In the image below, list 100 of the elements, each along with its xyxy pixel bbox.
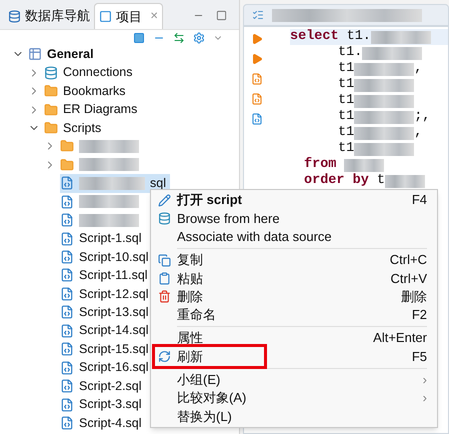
folder-icon xyxy=(44,120,58,135)
menu-item[interactable]: 删除 删除 xyxy=(151,287,437,306)
code-text: t1 xyxy=(338,125,354,141)
script-file-icon xyxy=(60,379,74,394)
menu-item[interactable]: 重命名 F2 xyxy=(151,306,437,324)
script-file-icon xyxy=(60,398,74,412)
script-icon[interactable] xyxy=(251,113,263,125)
script-file-icon xyxy=(60,305,74,320)
tree-item[interactable]: Script-12.sql xyxy=(60,284,152,304)
menu-item[interactable]: 小组(E) › xyxy=(151,370,437,389)
run-icon[interactable] xyxy=(251,33,263,45)
sql-keyword: select xyxy=(290,29,339,45)
tree-item[interactable]: ER Diagrams xyxy=(44,100,142,119)
tree-item[interactable]: Script-14.sql xyxy=(60,322,152,340)
menu-item[interactable]: 刷新 F5 xyxy=(151,347,437,366)
menu-item[interactable]: 打开 script F4 xyxy=(151,191,437,210)
script-file-icon xyxy=(60,360,74,375)
tree-item[interactable]: Script-11.sql xyxy=(60,266,152,285)
blurred-text xyxy=(384,174,425,188)
code-text: , xyxy=(414,61,422,77)
script-file-icon xyxy=(60,342,74,356)
tree-item[interactable]: Script-3.sql xyxy=(60,395,146,414)
database-icon xyxy=(8,10,21,22)
tree-item[interactable]: sql xyxy=(60,174,170,192)
folder-icon xyxy=(44,84,58,98)
sql-keyword: order by xyxy=(304,173,369,189)
blurred-text xyxy=(354,110,414,124)
maximize-icon[interactable] xyxy=(216,10,227,21)
refresh-icon xyxy=(158,350,170,364)
menu-item[interactable]: 替换为(L) xyxy=(151,407,437,426)
code-text: t1 xyxy=(338,61,354,77)
tree-item[interactable]: Script-10.sql xyxy=(60,248,152,266)
database-icon xyxy=(158,212,170,225)
sql-editor-icon xyxy=(252,9,264,21)
tree-item[interactable]: Script-16.sql xyxy=(60,358,152,377)
code-text: t1 xyxy=(338,77,354,93)
script-run-icon[interactable] xyxy=(251,93,263,105)
script-file-icon xyxy=(60,176,74,190)
blurred-text xyxy=(362,46,422,60)
tree-item[interactable]: Script-15.sql xyxy=(60,340,152,358)
settings-icon[interactable] xyxy=(193,32,205,44)
tree-item[interactable]: Script-1.sql xyxy=(60,229,146,248)
tree-item[interactable]: Script-2.sql xyxy=(60,376,146,396)
script-file-icon xyxy=(60,250,74,264)
panel-tab[interactable]: 项目 ✕ xyxy=(94,3,163,29)
blurred-text xyxy=(354,94,414,108)
trash-icon xyxy=(158,290,170,304)
blurred-text xyxy=(79,176,145,190)
blurred-text xyxy=(344,158,384,172)
tree-item[interactable]: Connections xyxy=(44,63,136,82)
code-text: t1 xyxy=(338,109,354,125)
script-file-icon xyxy=(60,416,74,430)
script-file-icon xyxy=(60,213,74,228)
menu-item[interactable]: 复制 Ctrl+C xyxy=(151,250,437,270)
blurred-text xyxy=(370,30,431,44)
script-file-icon xyxy=(60,286,74,301)
sql-keyword: from xyxy=(304,157,336,173)
folder-icon xyxy=(44,102,58,117)
pencil-icon xyxy=(158,194,170,207)
code-text: ;, xyxy=(414,109,430,125)
menu-item[interactable]: 比较对象(A) › xyxy=(151,388,437,408)
script-run-icon[interactable] xyxy=(251,73,263,85)
run-icon[interactable] xyxy=(251,53,263,65)
code-text: t1. xyxy=(338,45,362,61)
menu-item[interactable]: Browse from here xyxy=(151,209,437,228)
blurred-text xyxy=(79,195,139,208)
editor-tab[interactable] xyxy=(243,4,449,26)
blurred-text xyxy=(79,214,139,227)
window-icon[interactable] xyxy=(133,32,145,44)
tree-item[interactable]: General xyxy=(28,45,98,64)
menu-item[interactable]: Associate with data source xyxy=(151,228,437,246)
blurred-text xyxy=(79,140,139,153)
window-icon xyxy=(99,10,112,23)
code-text: t xyxy=(376,173,385,189)
panel-tab[interactable]: 数据库导航 xyxy=(4,3,94,29)
folder-icon xyxy=(60,158,74,172)
blurred-text xyxy=(79,158,139,172)
blurred-text xyxy=(354,78,414,92)
code-text: t1 xyxy=(338,93,354,109)
code-text: t1. xyxy=(346,29,371,45)
blurred-text xyxy=(354,126,414,140)
script-file-icon xyxy=(60,232,74,246)
table-icon xyxy=(28,47,42,62)
tree-item[interactable]: Script-4.sql xyxy=(60,414,146,432)
copy-icon xyxy=(158,254,170,267)
script-file-icon xyxy=(60,268,74,282)
blurred-text xyxy=(354,62,414,76)
menu-item[interactable]: 属性 Alt+Enter xyxy=(151,329,437,348)
code-text: t1 xyxy=(338,141,354,157)
script-file-icon xyxy=(60,194,74,209)
script-file-icon xyxy=(60,324,74,338)
folder-icon xyxy=(60,139,74,154)
link-icon[interactable] xyxy=(173,32,185,44)
blurred-text xyxy=(354,142,414,156)
database-icon xyxy=(44,66,58,80)
tree-item[interactable]: Bookmarks xyxy=(44,82,130,100)
menu-item[interactable]: 粘贴 Ctrl+V xyxy=(151,269,437,288)
tree-item[interactable]: Script-13.sql xyxy=(60,303,152,322)
tree-item[interactable]: Scripts xyxy=(44,118,106,138)
code-text: , xyxy=(414,125,422,141)
